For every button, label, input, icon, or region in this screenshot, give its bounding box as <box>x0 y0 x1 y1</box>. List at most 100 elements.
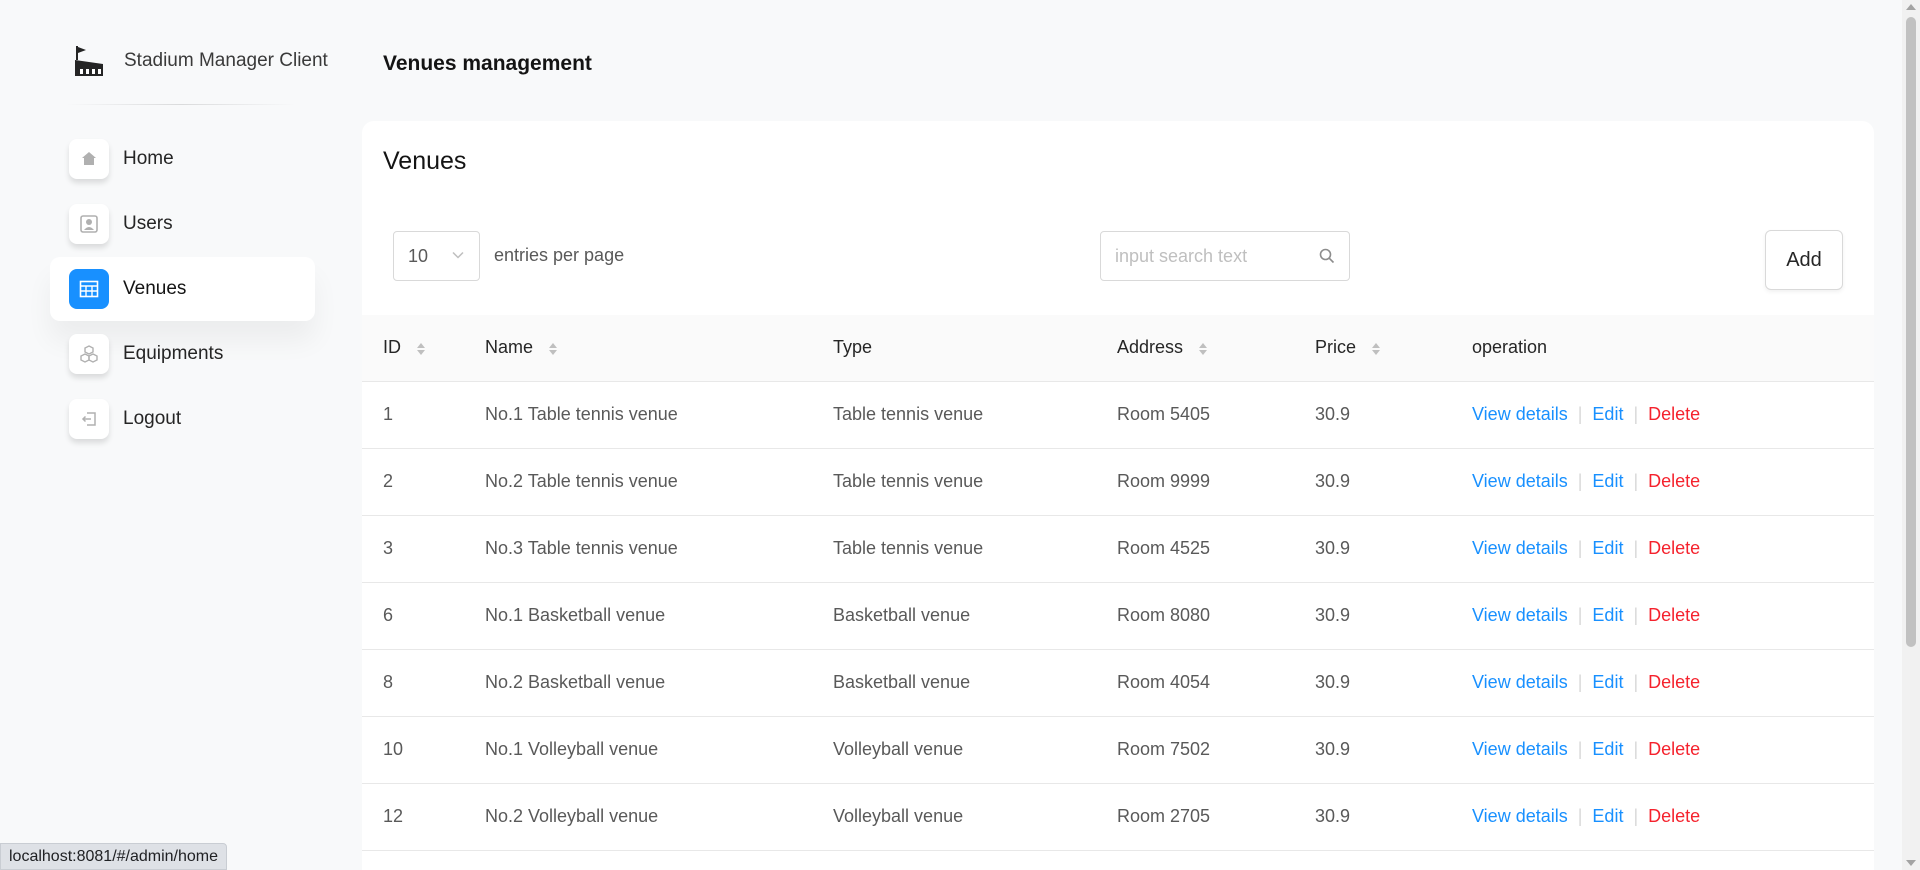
table-icon <box>69 269 109 309</box>
sidebar: Stadium Manager Client Home Users Venues <box>0 0 340 870</box>
sidebar-item-label: Venues <box>123 278 187 299</box>
edit-link[interactable]: Edit <box>1592 806 1623 826</box>
column-header-label: Name <box>485 337 534 358</box>
sidebar-item-label: Logout <box>123 408 182 429</box>
sidebar-item-users[interactable]: Users <box>50 192 315 256</box>
delete-link[interactable]: Delete <box>1648 739 1700 759</box>
separator: | <box>1577 672 1583 692</box>
sidebar-item-label: Users <box>123 213 173 234</box>
chevron-down-icon <box>452 251 464 259</box>
cell-price: 30.9 <box>1315 515 1472 583</box>
view-details-link[interactable]: View details <box>1472 672 1568 692</box>
column-header-label: ID <box>383 337 401 358</box>
cell-operation: View details | Edit | Delete <box>1472 381 1874 449</box>
scroll-down-icon[interactable] <box>1906 860 1916 866</box>
view-details-link[interactable]: View details <box>1472 739 1568 759</box>
sort-icon[interactable] <box>416 341 426 357</box>
delete-link[interactable]: Delete <box>1648 806 1700 826</box>
table-row: 3 No.3 Table tennis venue Table tennis v… <box>362 515 1874 583</box>
equipment-icon <box>69 334 109 374</box>
brand[interactable]: Stadium Manager Client <box>72 42 328 80</box>
column-header-type: Type <box>833 315 1117 382</box>
cell-name: No.2 Basketball venue <box>485 649 833 717</box>
edit-link[interactable]: Edit <box>1592 538 1623 558</box>
cell-id: 8 <box>362 649 485 717</box>
cell-address: Room 2705 <box>1117 783 1315 851</box>
page-size-select[interactable]: 10 <box>393 231 480 281</box>
logout-icon <box>69 399 109 439</box>
cell-address: Room 7502 <box>1117 716 1315 784</box>
cell-price: 30.9 <box>1315 582 1472 650</box>
user-icon <box>69 204 109 244</box>
cell-id: 2 <box>362 448 485 516</box>
view-details-link[interactable]: View details <box>1472 538 1568 558</box>
edit-link[interactable]: Edit <box>1592 404 1623 424</box>
cell-type: Basketball venue <box>833 582 1117 650</box>
cell-price: 30.9 <box>1315 716 1472 784</box>
stadium-logo-icon <box>75 46 103 76</box>
edit-link[interactable]: Edit <box>1592 739 1623 759</box>
cell-name: No.2 Table tennis venue <box>485 448 833 516</box>
column-header-address[interactable]: Address <box>1117 315 1315 382</box>
column-header-name[interactable]: Name <box>485 315 833 382</box>
sidebar-nav: Home Users Venues Equipments Logout <box>50 127 315 452</box>
separator: | <box>1633 538 1639 558</box>
sidebar-divider <box>66 104 296 105</box>
search-box <box>1100 231 1350 281</box>
sort-icon[interactable] <box>548 341 558 357</box>
view-details-link[interactable]: View details <box>1472 404 1568 424</box>
delete-link[interactable]: Delete <box>1648 605 1700 625</box>
sidebar-item-venues[interactable]: Venues <box>50 257 315 321</box>
table-row: 8 No.2 Basketball venue Basketball venue… <box>362 649 1874 717</box>
cell-operation: View details | Edit | Delete <box>1472 716 1874 784</box>
column-header-id[interactable]: ID <box>362 315 485 382</box>
separator: | <box>1577 471 1583 491</box>
cell-type: Table tennis venue <box>833 448 1117 516</box>
separator: | <box>1577 605 1583 625</box>
cell-type: Volleyball venue <box>833 783 1117 851</box>
cell-address: Room 9999 <box>1117 448 1315 516</box>
page-size-value: 10 <box>408 245 429 266</box>
separator: | <box>1577 806 1583 826</box>
delete-link[interactable]: Delete <box>1648 538 1700 558</box>
cell-price: 30.9 <box>1315 381 1472 449</box>
cell-address: Room 8080 <box>1117 582 1315 650</box>
separator: | <box>1577 739 1583 759</box>
page-scrollbar[interactable] <box>1902 0 1920 870</box>
cell-id: 6 <box>362 582 485 650</box>
separator: | <box>1577 404 1583 424</box>
column-header-label: operation <box>1472 337 1548 358</box>
scrollbar-thumb[interactable] <box>1906 17 1916 647</box>
sidebar-item-equipments[interactable]: Equipments <box>50 322 315 386</box>
sidebar-item-home[interactable]: Home <box>50 127 315 191</box>
cell-price: 30.9 <box>1315 448 1472 516</box>
delete-link[interactable]: Delete <box>1648 672 1700 692</box>
sort-icon[interactable] <box>1198 341 1208 357</box>
card-title: Venues <box>383 147 467 175</box>
column-header-operation: operation <box>1472 315 1874 382</box>
edit-link[interactable]: Edit <box>1592 605 1623 625</box>
separator: | <box>1633 605 1639 625</box>
delete-link[interactable]: Delete <box>1648 404 1700 424</box>
search-input[interactable] <box>1115 245 1320 267</box>
table-body: 1 No.1 Table tennis venue Table tennis v… <box>362 381 1874 851</box>
delete-link[interactable]: Delete <box>1648 471 1700 491</box>
edit-link[interactable]: Edit <box>1592 471 1623 491</box>
sidebar-item-logout[interactable]: Logout <box>50 387 315 451</box>
table-row: 2 No.2 Table tennis venue Table tennis v… <box>362 448 1874 516</box>
view-details-link[interactable]: View details <box>1472 471 1568 491</box>
search-icon[interactable] <box>1319 248 1335 264</box>
column-header-label: Type <box>833 337 873 358</box>
cell-operation: View details | Edit | Delete <box>1472 783 1874 851</box>
cell-address: Room 4525 <box>1117 515 1315 583</box>
separator: | <box>1633 739 1639 759</box>
page-title: Venues management <box>383 52 592 75</box>
sort-icon[interactable] <box>1371 341 1381 357</box>
view-details-link[interactable]: View details <box>1472 806 1568 826</box>
view-details-link[interactable]: View details <box>1472 605 1568 625</box>
column-header-price[interactable]: Price <box>1315 315 1472 382</box>
cell-operation: View details | Edit | Delete <box>1472 582 1874 650</box>
add-button[interactable]: Add <box>1765 230 1843 290</box>
scroll-up-icon[interactable] <box>1906 4 1916 10</box>
edit-link[interactable]: Edit <box>1592 672 1623 692</box>
